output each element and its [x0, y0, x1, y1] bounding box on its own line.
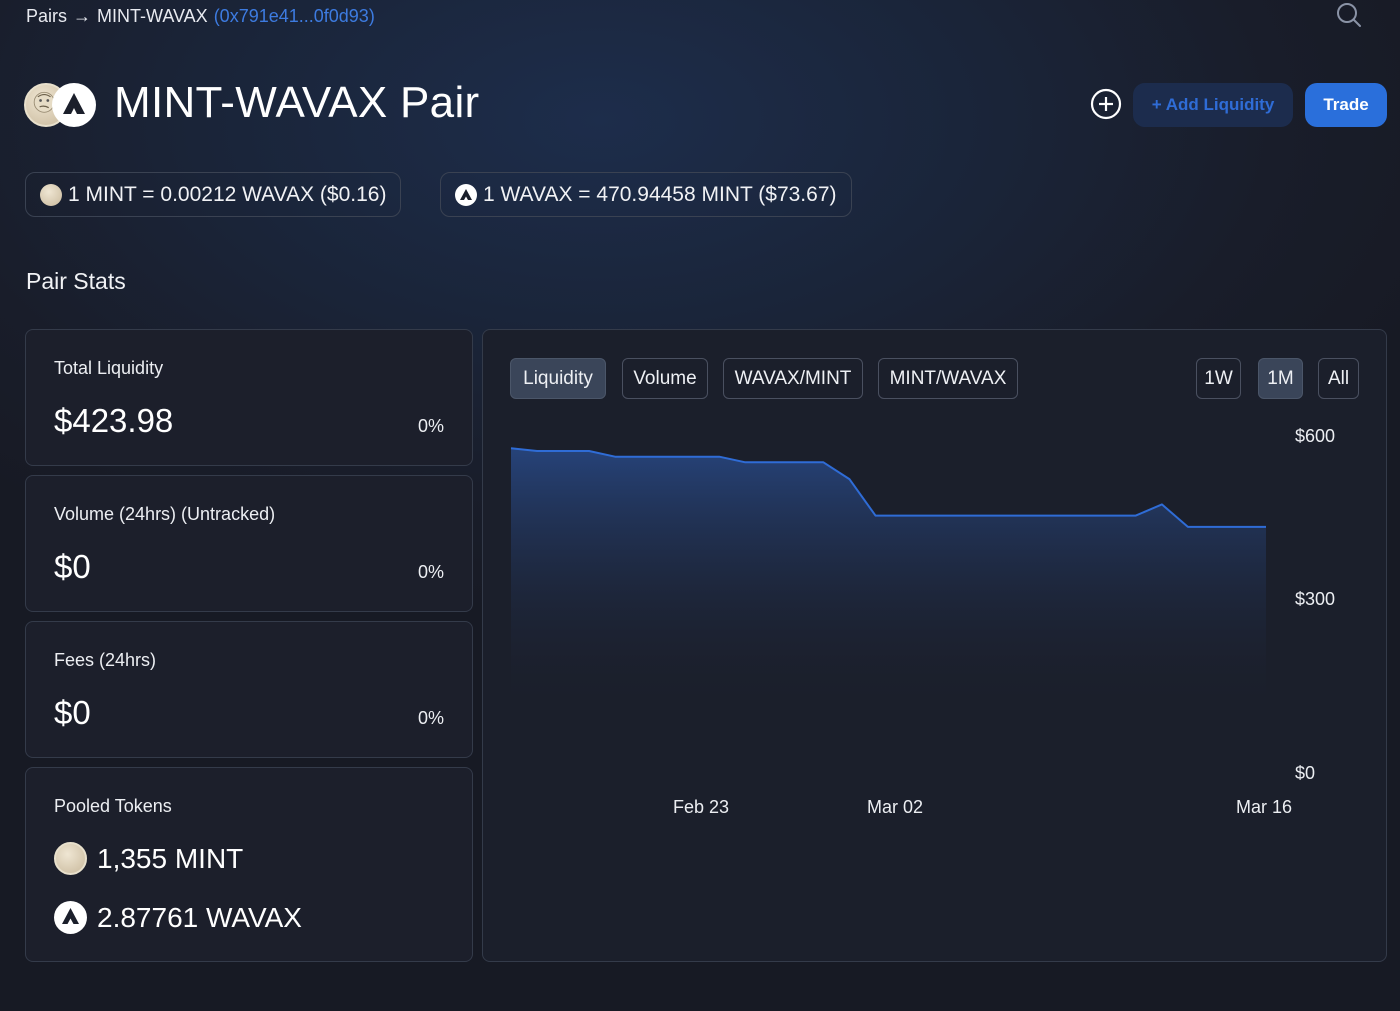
breadcrumb-pair: MINT-WAVAX — [97, 6, 208, 26]
stat-label: Fees (24hrs) — [54, 650, 157, 670]
mint-token-icon — [40, 183, 62, 206]
wavax-price-text: 1 WAVAX = 470.94458 MINT ($73.67) — [483, 182, 837, 206]
liquidity-chart[interactable] — [483, 330, 1388, 963]
stat-label: Total Liquidity — [54, 358, 164, 378]
breadcrumb-pairs-link[interactable]: Pairs — [26, 6, 67, 27]
pair-logos — [24, 79, 96, 127]
x-tick-label: Mar 16 — [1236, 797, 1293, 817]
trade-button[interactable]: Trade — [1305, 83, 1387, 127]
y-tick-label: $0 — [1295, 763, 1316, 783]
stat-value: $0 — [54, 548, 91, 585]
chart-card: Liquidity Volume WAVAX/MINT MINT/WAVAX 1… — [482, 329, 1387, 962]
x-tick-label: Mar 02 — [867, 797, 924, 817]
pooled-token-row[interactable]: 1,355 MINT — [54, 842, 243, 875]
stat-label: Volume (24hrs) (Untracked) — [54, 504, 276, 524]
stat-change: 0% — [417, 416, 444, 436]
y-tick-label: $300 — [1295, 589, 1336, 609]
page-title: MINT-WAVAX Pair — [114, 78, 480, 127]
stat-value: $423.98 — [54, 402, 174, 439]
pooled-amount: 2.87761 WAVAX — [97, 901, 302, 933]
wavax-price-pill[interactable]: 1 WAVAX = 470.94458 MINT ($73.67) — [440, 172, 852, 217]
breadcrumb-arrow: → — [73, 6, 92, 26]
mint-price-pill[interactable]: 1 MINT = 0.00212 WAVAX ($0.16) — [25, 172, 402, 217]
add-circle-icon[interactable] — [1089, 87, 1123, 121]
add-liquidity-button[interactable]: + Add Liquidity — [1133, 83, 1293, 127]
x-tick-label: Feb 23 — [673, 797, 730, 817]
breadcrumb: Pairs → MINT-WAVAX (0x791e41...0f0d93) — [26, 6, 375, 27]
search-icon[interactable] — [1336, 2, 1362, 28]
stat-value: $0 — [54, 694, 91, 731]
stat-change: 0% — [417, 562, 444, 582]
page-header: MINT-WAVAX Pair — [24, 78, 479, 128]
volume-card: Volume (24hrs) (Untracked) $0 0% — [25, 475, 473, 612]
y-tick-label: $600 — [1295, 426, 1336, 446]
pair-address-link[interactable]: (0x791e41...0f0d93) — [214, 6, 375, 27]
pooled-token-row[interactable]: 2.87761 WAVAX — [54, 901, 302, 934]
avax-token-icon — [455, 183, 477, 206]
section-title: Pair Stats — [26, 268, 126, 294]
mint-price-text: 1 MINT = 0.00212 WAVAX ($0.16) — [68, 182, 387, 206]
total-liquidity-card: Total Liquidity $423.98 0% — [25, 329, 473, 466]
pooled-tokens-card: Pooled Tokens 1,355 MINT 2.87761 WAVAX — [25, 767, 473, 962]
liquidity-area — [511, 448, 1266, 704]
stat-label: Pooled Tokens — [54, 796, 172, 816]
pooled-amount: 1,355 MINT — [97, 842, 244, 874]
avax-token-icon — [52, 83, 96, 127]
stat-change: 0% — [417, 708, 444, 728]
avax-token-icon — [54, 901, 87, 934]
mint-token-icon — [54, 842, 87, 875]
fees-card: Fees (24hrs) $0 0% — [25, 621, 473, 758]
